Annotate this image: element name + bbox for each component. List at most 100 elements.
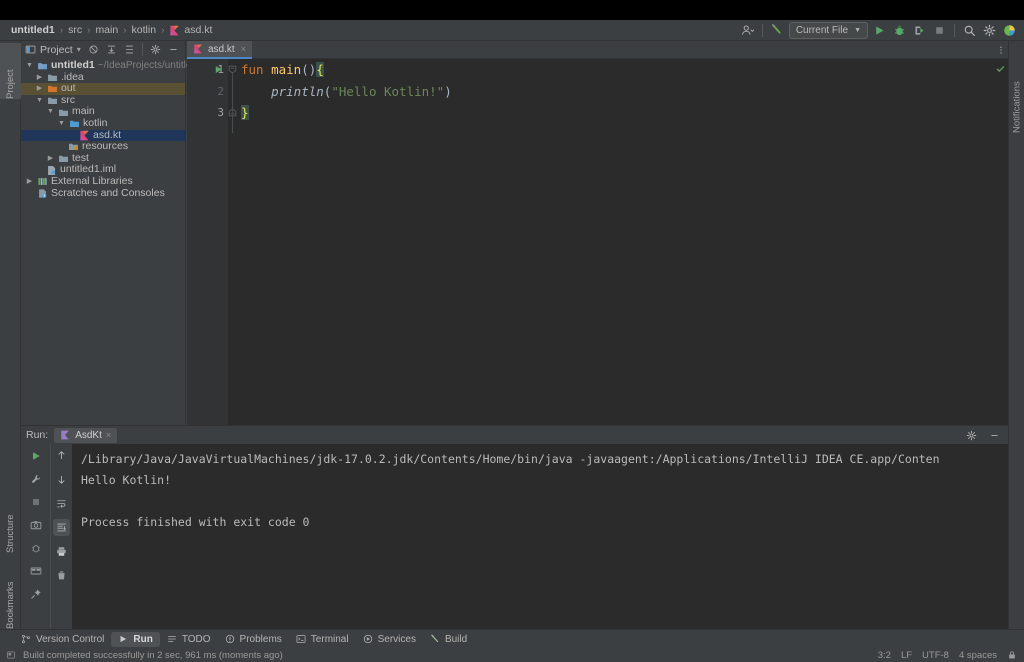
breadcrumb-item-kotlin[interactable]: kotlin [127, 24, 162, 36]
tree-row-kotlin[interactable]: ▼ kotlin [21, 117, 185, 130]
terminal-icon [296, 634, 307, 645]
hide-panel-icon[interactable] [165, 41, 182, 58]
scroll-to-end-icon[interactable] [53, 519, 70, 536]
collapse-scope-icon[interactable] [85, 41, 102, 58]
minimize-icon[interactable] [986, 427, 1003, 444]
services-icon [363, 634, 374, 645]
console-output[interactable]: /Library/Java/JavaVirtualMachines/jdk-17… [72, 444, 1008, 629]
chevron-right-icon[interactable]: ▶ [35, 83, 44, 95]
chevron-down-icon[interactable]: ▼ [25, 60, 34, 72]
close-icon[interactable]: × [106, 430, 111, 440]
run-tab-asdkt[interactable]: AsdKt × [54, 427, 118, 443]
iml-file-icon [46, 165, 57, 176]
encoding-indicator[interactable]: UTF-8 [922, 650, 949, 661]
scroll-up-icon[interactable] [53, 447, 70, 464]
folder-orange-icon [47, 83, 58, 94]
caret-position[interactable]: 3:2 [878, 650, 891, 661]
editor-tab-spacer [251, 41, 994, 59]
chevron-down-icon[interactable]: ▼ [46, 106, 55, 118]
layout-icon[interactable] [27, 562, 44, 579]
chevron-down-icon[interactable]: ▼ [35, 95, 44, 107]
tool-button-version-control[interactable]: Version Control [14, 632, 111, 647]
tool-button-run[interactable]: Run [111, 631, 160, 647]
chevron-right-icon[interactable]: ▶ [46, 153, 55, 165]
run-gutter-icon[interactable] [212, 59, 224, 81]
console-line-exit: Process finished with exit code 0 [81, 515, 310, 529]
chevron-down-icon[interactable]: ▼ [57, 118, 66, 130]
run-with-coverage-icon[interactable] [911, 22, 928, 39]
chevron-down-icon[interactable]: ▾ [77, 45, 81, 54]
status-message[interactable]: Build completed successfully in 2 sec, 9… [23, 650, 283, 661]
run-configuration-selector[interactable]: Current File ▼ [788, 21, 868, 39]
editor-inspection-gutter[interactable] [994, 59, 1008, 425]
build-icon[interactable] [769, 22, 786, 39]
sidebar-item-project[interactable]: Project [0, 43, 21, 99]
run-side-toolbar [21, 444, 50, 629]
sidebar-item-notifications[interactable]: Notifications [1009, 43, 1024, 133]
tool-button-terminal[interactable]: Terminal [289, 632, 356, 647]
editor-area: asd.kt × 1 2 3 [187, 41, 1008, 425]
run-icon[interactable] [871, 22, 888, 39]
tool-button-todo[interactable]: TODO [160, 632, 218, 647]
tree-row-scratches[interactable]: Scratches and Consoles [21, 187, 185, 200]
search-icon[interactable] [961, 22, 978, 39]
indent-indicator[interactable]: 4 spaces [959, 650, 997, 661]
ok-checkmark-icon[interactable] [995, 63, 1006, 77]
run-panel-header: Run: AsdKt × [21, 426, 1008, 444]
line-separator-indicator[interactable]: LF [901, 650, 912, 661]
collapse-all-icon[interactable] [121, 41, 138, 58]
tree-label: untitled1 [51, 59, 95, 71]
print-icon[interactable] [53, 543, 70, 560]
tree-row-resources[interactable]: resources [21, 141, 185, 153]
tool-button-label: Build [444, 633, 468, 645]
tree-label: resources [82, 140, 129, 153]
rerun-icon[interactable] [27, 447, 44, 464]
wrench-icon[interactable] [27, 470, 44, 487]
breadcrumb-label: asd.kt [184, 24, 213, 36]
sidebar-item-structure[interactable]: Structure [0, 491, 21, 553]
bottom-tool-bar: Version Control Run TODO Problems Termin… [0, 629, 1024, 648]
stop-icon[interactable] [27, 493, 44, 510]
project-panel-title-group[interactable]: Project ▾ [25, 44, 81, 56]
sidebar-item-label: Project [5, 69, 16, 99]
close-icon[interactable]: × [241, 44, 246, 54]
tree-row-untitled1[interactable]: ▼ untitled1 ~/IdeaProjects/untitled1 [21, 59, 203, 72]
stop-icon[interactable] [931, 22, 948, 39]
fold-column[interactable] [228, 59, 237, 425]
tree-row-out[interactable]: ▶ out [21, 83, 185, 95]
editor-gutter[interactable]: 1 2 3 [187, 59, 228, 425]
breadcrumb-item-src[interactable]: src [63, 24, 87, 36]
tool-button-services[interactable]: Services [356, 632, 423, 647]
breadcrumb-item-main[interactable]: main [90, 24, 123, 36]
settings-icon[interactable] [981, 22, 998, 39]
debug-icon[interactable] [891, 22, 908, 39]
toolbar-divider [761, 23, 763, 37]
breadcrumb-item-file[interactable]: asd.kt [164, 24, 217, 36]
scroll-down-icon[interactable] [53, 471, 70, 488]
camera-icon[interactable] [27, 516, 44, 533]
account-icon[interactable] [739, 22, 756, 39]
tree-row-external-libraries[interactable]: ▶ External Libraries [21, 175, 185, 188]
trash-icon[interactable] [53, 567, 70, 584]
read-only-lock-icon[interactable] [1007, 650, 1018, 661]
debug-dump-icon[interactable] [27, 539, 44, 556]
sidebar-item-bookmarks[interactable]: Bookmarks [0, 559, 21, 629]
breadcrumb-item-project[interactable]: untitled1 [6, 24, 60, 36]
run-panel-body: /Library/Java/JavaVirtualMachines/jdk-17… [21, 444, 1008, 629]
code-text[interactable]: fun main(){ println("Hello Kotlin!") } [237, 59, 994, 425]
editor-tab-asd-kt[interactable]: asd.kt × [187, 41, 252, 59]
tree-row-idea[interactable]: ▶ .idea [21, 71, 185, 84]
editor-options-icon[interactable] [994, 41, 1008, 59]
updates-icon[interactable] [1001, 22, 1018, 39]
tool-button-problems[interactable]: Problems [218, 632, 289, 647]
expand-all-icon[interactable] [103, 41, 120, 58]
pin-icon[interactable] [27, 585, 44, 602]
soft-wrap-icon[interactable] [53, 495, 70, 512]
chevron-right-icon[interactable]: ▶ [35, 72, 44, 84]
gear-icon[interactable] [147, 41, 164, 58]
chevron-right-icon[interactable]: ▶ [25, 176, 34, 188]
tree-row-src[interactable]: ▼ src [21, 94, 185, 107]
gear-icon[interactable] [963, 427, 980, 444]
tool-button-build[interactable]: Build [423, 632, 474, 647]
event-log-icon[interactable] [6, 650, 17, 661]
